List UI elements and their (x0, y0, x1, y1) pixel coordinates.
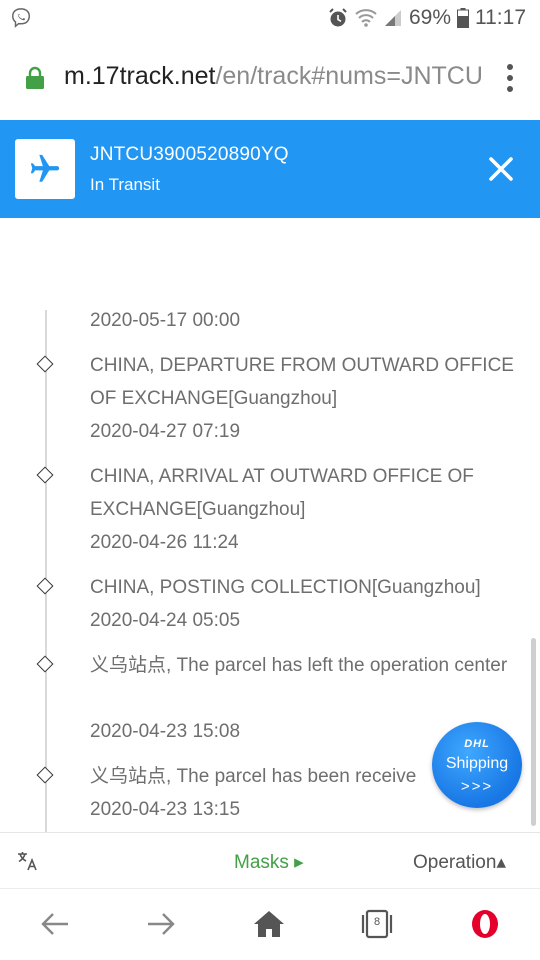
dhl-label: Shipping (445, 755, 509, 772)
event-description: 义乌站点, The parcel has left the operation … (90, 655, 508, 676)
operation-menu[interactable]: Operation▴ (413, 851, 506, 874)
clock: 11:17 (475, 6, 526, 29)
dhl-logo: DHL (464, 738, 490, 750)
timeline-dot-icon (36, 655, 54, 673)
timeline-dot-icon (36, 355, 54, 373)
battery-icon (457, 8, 469, 28)
tracking-status: In Transit (90, 175, 160, 194)
airplane-icon (30, 154, 60, 182)
masks-link[interactable]: Masks ▸ (234, 851, 304, 874)
home-icon[interactable] (252, 909, 286, 939)
event-time: 2020-04-26 11:24 (90, 532, 239, 553)
signal-icon (384, 10, 401, 26)
url-bar: m.17track.net/en/track#nums=JNTCU3 (0, 36, 540, 120)
scrollbar[interactable] (531, 638, 536, 826)
translate-icon[interactable] (16, 849, 40, 873)
event-description: CHINA, ARRIVAL AT OUTWARD OFFICE OF EXCH… (90, 466, 474, 520)
dhl-shipping-button[interactable]: DHL Shipping >>> (432, 722, 522, 808)
timeline-dot-icon (36, 466, 54, 484)
back-arrow-icon[interactable] (38, 909, 72, 939)
tracking-header: JNTCU3900520890YQ In Transit (0, 120, 540, 218)
event-time: 2020-04-24 05:05 (90, 610, 241, 631)
tracking-number: JNTCU3900520890YQ (90, 144, 289, 165)
tab-count: 8 (373, 916, 381, 928)
event-time: 2020-04-23 15:08 (90, 721, 241, 742)
opera-menu-icon[interactable] (468, 909, 502, 939)
timeline-line (45, 310, 47, 832)
viber-icon (12, 8, 30, 28)
dhl-arrows: >>> (460, 778, 494, 795)
url-path: /en/track#nums=JNTCU3 (215, 62, 484, 90)
event-description: 义乌站点, The parcel has been receive (90, 766, 417, 787)
lock-icon (26, 66, 44, 89)
event-time: 2020-04-23 13:15 (90, 799, 241, 820)
browser-nav-bar: 8 (0, 888, 540, 960)
status-bar: 69% 11:17 (0, 0, 540, 36)
forward-arrow-icon[interactable] (144, 909, 178, 939)
event-description: CHINA, POSTING COLLECTION[Guangzhou] (90, 577, 481, 598)
event-time: 2020-04-27 07:19 (90, 421, 241, 442)
event-time: 2020-05-17 00:00 (90, 310, 241, 331)
timeline-dot-icon (36, 766, 54, 784)
url-field[interactable]: m.17track.net/en/track#nums=JNTCU3 (64, 62, 484, 91)
battery-percent: 69% (408, 6, 451, 29)
tabs-button[interactable]: 8 (360, 909, 394, 939)
alarm-icon (329, 8, 347, 27)
url-host: m.17track.net (64, 62, 216, 90)
event-description: CHINA, DEPARTURE FROM OUTWARD OFFICE OF … (90, 355, 514, 409)
page-toolbar: Masks ▸ Operation▴ (0, 832, 540, 888)
timeline-dot-icon (36, 577, 54, 595)
close-icon[interactable] (488, 156, 514, 182)
overflow-menu-icon[interactable] (506, 64, 514, 94)
transport-icon-box (15, 139, 75, 199)
wifi-icon (355, 9, 377, 27)
